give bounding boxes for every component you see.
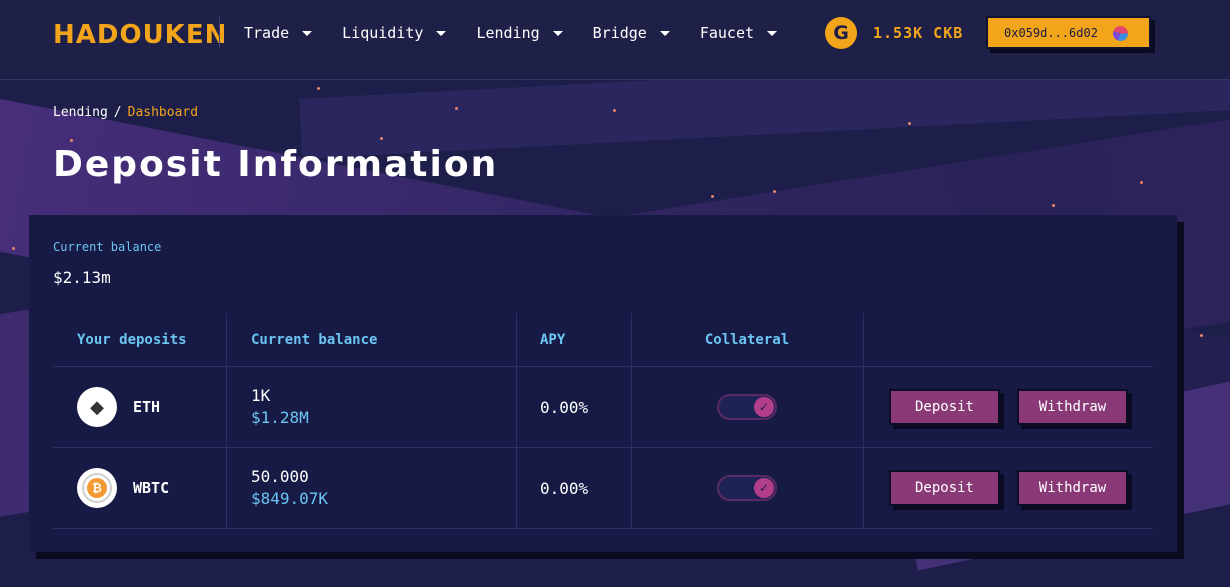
nav-item-liquidity[interactable]: Liquidity	[342, 24, 447, 42]
withdraw-button[interactable]: Withdraw	[1017, 389, 1128, 425]
collateral-cell: ✓	[631, 448, 863, 528]
header-your-deposits: Your deposits	[77, 331, 187, 348]
page-title: Deposit Information	[53, 144, 499, 185]
top-navbar: HADOUKEN Trade Liquidity Lending Bridge …	[0, 0, 1230, 80]
breadcrumb-separator: /	[113, 105, 122, 120]
balance-cell: 50.000 $849.07K	[251, 448, 328, 528]
withdraw-button[interactable]: Withdraw	[1017, 470, 1128, 506]
balance-usd: $849.07K	[251, 489, 329, 508]
deposit-card: Current balance $2.13m Your deposits Cur…	[29, 215, 1177, 552]
asset-name: WBTC	[133, 479, 170, 497]
nav-item-bridge[interactable]: Bridge	[593, 24, 670, 42]
breadcrumb-dashboard: Dashboard	[127, 105, 199, 120]
main-nav: Trade Liquidity Lending Bridge Faucet	[244, 24, 807, 42]
wallet-avatar-icon	[1113, 26, 1128, 41]
balance-cell: 1K $1.28M	[251, 367, 309, 447]
table-row: ◆ ETH 1K $1.28M 0.00% ✓ Deposit Withdraw	[53, 367, 1153, 448]
deposits-table: Your deposits Current balance APY Collat…	[53, 313, 1153, 529]
ethereum-icon: ◆	[77, 387, 117, 427]
wallet-address: 0x059d...6d02	[1004, 25, 1098, 40]
current-balance-value: $2.13m	[53, 268, 111, 287]
current-balance-label: Current balance	[53, 240, 162, 254]
deposit-button[interactable]: Deposit	[889, 389, 1000, 425]
chevron-down-icon	[767, 30, 778, 36]
header-apy: APY	[540, 331, 566, 348]
nav-item-label: Trade	[244, 24, 290, 42]
collateral-cell: ✓	[631, 367, 863, 447]
check-icon: ✓	[754, 478, 774, 498]
breadcrumb: Lending / Dashboard	[53, 105, 198, 120]
apy-value: 0.00%	[540, 478, 589, 498]
hadouken-logo[interactable]: HADOUKEN	[53, 20, 227, 50]
balance-amount: 1K	[251, 386, 271, 405]
deposit-button[interactable]: Deposit	[889, 470, 1000, 506]
chevron-down-icon	[659, 30, 670, 36]
asset-cell: ₿ WBTC	[77, 448, 169, 528]
asset-cell: ◆ ETH	[77, 367, 160, 447]
balance-usd: $1.28M	[251, 408, 309, 427]
chevron-down-icon	[302, 30, 313, 36]
nav-item-faucet[interactable]: Faucet	[699, 24, 778, 42]
wallet-button[interactable]: 0x059d...6d02	[986, 16, 1151, 49]
chevron-down-icon	[552, 30, 563, 36]
apy-value: 0.00%	[540, 397, 589, 417]
header-current-balance: Current balance	[251, 331, 378, 348]
logo-divider	[219, 17, 220, 49]
nav-item-label: Lending	[476, 24, 540, 42]
check-icon: ✓	[754, 397, 774, 417]
bitcoin-icon: ₿	[77, 468, 117, 508]
nav-item-label: Bridge	[592, 24, 647, 42]
nav-item-label: Faucet	[699, 24, 755, 42]
header-collateral: Collateral	[704, 331, 790, 348]
token-balance: 1.53K CKB	[873, 24, 964, 42]
balance-amount: 50.000	[251, 467, 309, 486]
table-header-row: Your deposits Current balance APY Collat…	[53, 313, 1153, 367]
hadouken-token-icon: G	[825, 17, 857, 49]
nav-item-trade[interactable]: Trade	[244, 24, 313, 42]
table-row: ₿ WBTC 50.000 $849.07K 0.00% ✓ Deposit W…	[53, 448, 1153, 529]
chevron-down-icon	[436, 30, 447, 36]
collateral-toggle[interactable]: ✓	[717, 394, 777, 420]
nav-item-lending[interactable]: Lending	[476, 24, 563, 42]
nav-item-label: Liquidity	[342, 24, 424, 42]
breadcrumb-lending[interactable]: Lending	[53, 105, 108, 120]
asset-name: ETH	[133, 398, 161, 416]
collateral-toggle[interactable]: ✓	[717, 475, 777, 501]
